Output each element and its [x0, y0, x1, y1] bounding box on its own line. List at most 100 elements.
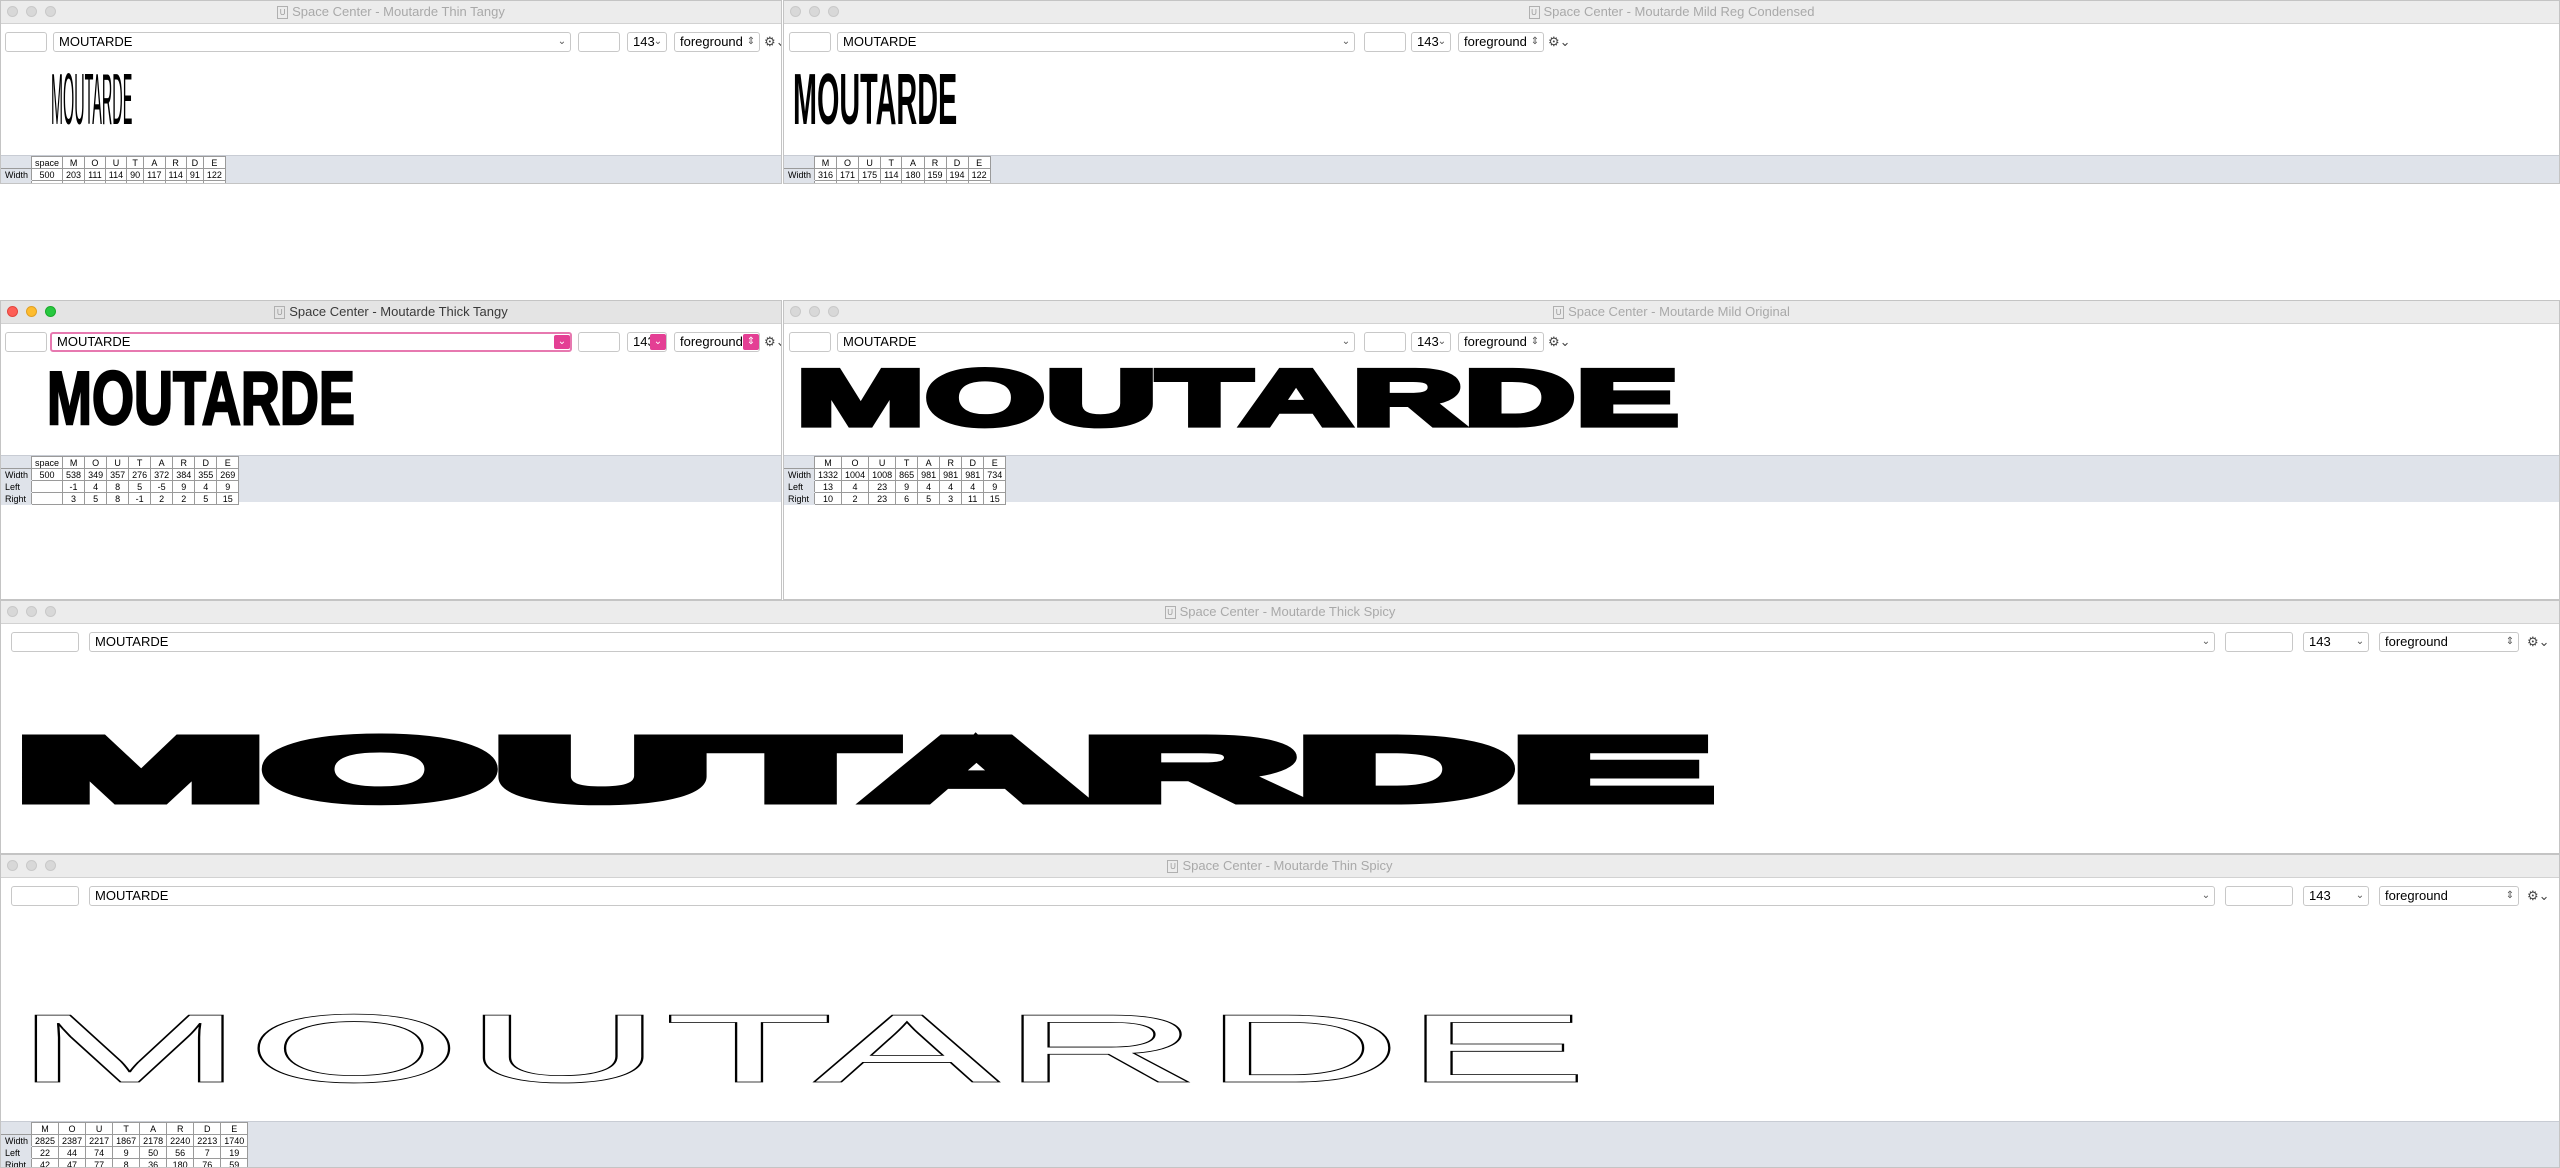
width-cell[interactable]: 2213 [193, 1134, 222, 1147]
left-cell[interactable]: -1 [62, 480, 86, 493]
glyph-name[interactable]: E [983, 456, 1007, 469]
left-cell[interactable]: 22 [858, 180, 882, 183]
right-cell[interactable]: 3 [62, 492, 86, 505]
glyph-name[interactable]: A [143, 156, 166, 169]
width-cell[interactable]: 1008 [868, 468, 897, 481]
glyph-name[interactable]: D [194, 456, 218, 469]
post-text-input[interactable] [1364, 32, 1406, 52]
left-cell[interactable]: 4 [939, 480, 963, 493]
left-cell[interactable] [31, 480, 64, 493]
zoom-window-button[interactable] [45, 306, 56, 317]
glyph-name[interactable]: U [85, 1122, 114, 1135]
minimize-window-button[interactable] [26, 6, 37, 17]
glyph-name[interactable]: R [166, 1122, 195, 1135]
left-cell[interactable]: 9 [895, 480, 919, 493]
right-cell[interactable]: 23 [868, 492, 897, 505]
width-cell[interactable]: 865 [895, 468, 919, 481]
width-cell[interactable]: 981 [961, 468, 985, 481]
chevron-down-icon[interactable]: ⌄ [2198, 633, 2214, 651]
right-cell[interactable]: 5 [84, 492, 108, 505]
text-input[interactable]: MOUTARDE ⌄ [837, 32, 1355, 52]
glyph-name[interactable]: T [126, 156, 145, 169]
glyph-name[interactable]: E [202, 156, 226, 169]
width-cell[interactable]: 90 [126, 168, 145, 181]
left-cell[interactable]: 8 [106, 480, 130, 493]
glyph-name[interactable]: R [164, 156, 187, 169]
gear-icon[interactable]: ⚙⌄ [764, 34, 781, 50]
left-cell[interactable]: 3 [880, 180, 903, 183]
glyph-name[interactable]: E [216, 456, 240, 469]
width-cell[interactable]: 538 [62, 468, 86, 481]
width-cell[interactable]: 500 [31, 168, 64, 181]
left-cell[interactable]: 24 [945, 180, 969, 183]
glyph-name[interactable]: M [814, 456, 843, 469]
right-cell[interactable]: 3 [939, 492, 963, 505]
glyph-name[interactable]: E [220, 1122, 249, 1135]
glyph-name[interactable]: O [841, 456, 870, 469]
minimize-window-button[interactable] [26, 606, 37, 617]
left-cell[interactable]: 19 [104, 180, 128, 183]
glyph-name[interactable]: U [868, 456, 897, 469]
left-cell[interactable]: 11 [923, 180, 947, 183]
width-cell[interactable]: 981 [917, 468, 941, 481]
left-cell[interactable]: 9 [172, 480, 196, 493]
chevron-down-icon[interactable]: ⌄ [1338, 33, 1354, 51]
width-cell[interactable]: 159 [923, 168, 947, 181]
left-cell[interactable]: 4 [194, 480, 218, 493]
right-cell[interactable]: 10 [814, 492, 843, 505]
glyph-name[interactable]: O [84, 156, 106, 169]
pre-text-input[interactable] [5, 332, 47, 352]
glyph-name[interactable]: D [185, 156, 204, 169]
left-cell[interactable]: 11 [164, 180, 187, 183]
window-titlebar[interactable]: U Space Center - Moutarde Thick Spicy [1, 601, 2559, 624]
width-cell[interactable]: 372 [150, 468, 174, 481]
layer-select[interactable]: foreground ⇕ [1458, 32, 1544, 52]
width-cell[interactable]: 175 [858, 168, 882, 181]
gear-icon[interactable]: ⚙⌄ [764, 334, 781, 350]
chevron-down-icon[interactable]: ⌄ [1338, 333, 1354, 351]
text-input[interactable]: MOUTARDE ⌄ [50, 332, 572, 352]
zoom-window-button[interactable] [45, 6, 56, 17]
post-text-input[interactable] [578, 332, 620, 352]
zoom-window-button[interactable] [45, 860, 56, 871]
glyph-name[interactable]: U [858, 156, 882, 169]
close-window-button[interactable] [790, 6, 801, 17]
left-cell[interactable]: 9 [112, 1146, 141, 1159]
close-window-button[interactable] [7, 6, 18, 17]
width-cell[interactable]: 91 [185, 168, 204, 181]
width-cell[interactable]: 384 [172, 468, 196, 481]
glyph-name[interactable]: O [58, 1122, 87, 1135]
glyph-name[interactable]: T [112, 1122, 141, 1135]
width-cell[interactable]: 734 [983, 468, 1007, 481]
left-cell[interactable]: 7 [185, 180, 204, 183]
glyph-name[interactable]: T [128, 456, 152, 469]
chevron-down-icon[interactable]: ⌄ [1434, 33, 1450, 51]
glyph-name[interactable]: O [84, 456, 108, 469]
glyph-name[interactable]: R [172, 456, 196, 469]
gear-icon[interactable]: ⚙⌄ [1548, 334, 1571, 350]
right-cell[interactable]: 15 [983, 492, 1007, 505]
glyph-name[interactable]: U [104, 156, 128, 169]
glyph-name[interactable]: D [193, 1122, 222, 1135]
right-cell[interactable]: 11 [961, 492, 985, 505]
width-cell[interactable]: 269 [216, 468, 240, 481]
right-cell[interactable]: 59 [220, 1158, 249, 1167]
close-window-button[interactable] [7, 860, 18, 871]
text-input[interactable]: MOUTARDE ⌄ [89, 886, 2215, 906]
width-cell[interactable]: 114 [880, 168, 903, 181]
width-cell[interactable]: 180 [901, 168, 925, 181]
chevron-down-icon[interactable]: ⌄ [2198, 887, 2214, 905]
glyph-name[interactable]: R [923, 156, 947, 169]
glyph-name[interactable]: T [880, 156, 903, 169]
width-cell[interactable]: 194 [945, 168, 969, 181]
glyph-name[interactable]: M [814, 156, 838, 169]
pre-text-input[interactable] [11, 886, 79, 906]
layer-select[interactable]: foreground ⇕ [2379, 886, 2519, 906]
left-cell[interactable]: 22 [814, 180, 838, 183]
minimize-window-button[interactable] [26, 860, 37, 871]
close-window-button[interactable] [7, 606, 18, 617]
pre-text-input[interactable] [789, 32, 831, 52]
glyph-name[interactable]: U [106, 456, 130, 469]
left-cell[interactable]: 9 [216, 480, 240, 493]
width-cell[interactable]: 114 [164, 168, 187, 181]
